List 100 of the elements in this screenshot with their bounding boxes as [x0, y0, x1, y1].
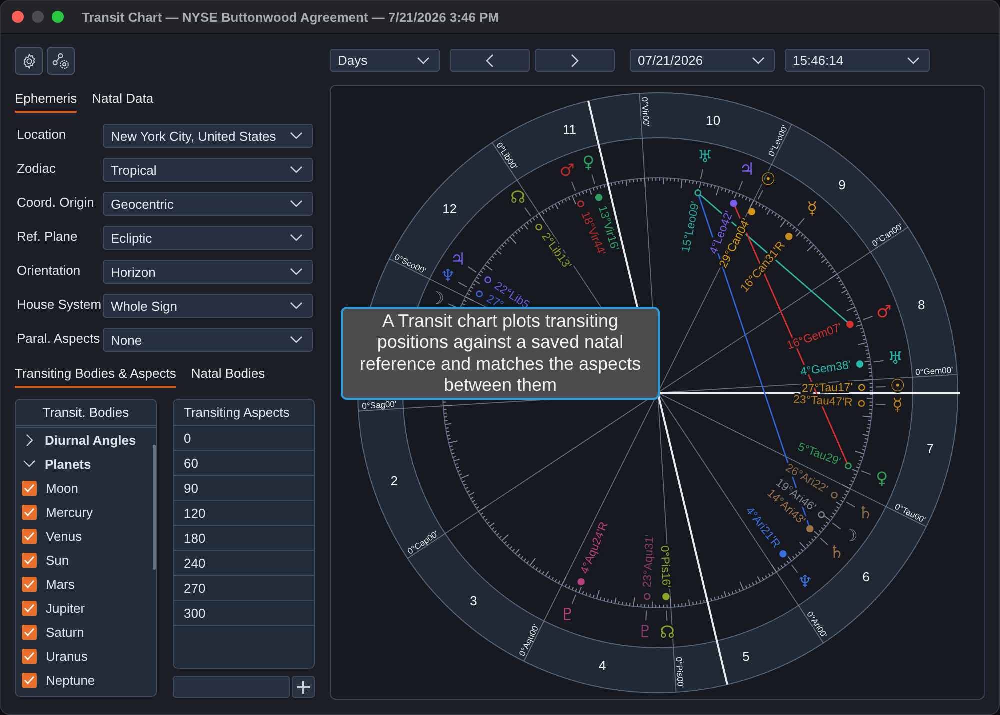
- column-header: Transiting Aspects: [184, 405, 290, 420]
- tree-item-label[interactable]: Mars: [46, 576, 75, 592]
- planet-symbol: ☊: [510, 188, 526, 208]
- position-marker: [845, 462, 852, 470]
- cusp-label: 0°Sag00': [362, 399, 397, 412]
- house-number: 4: [598, 658, 606, 673]
- tree-group-label[interactable]: Diurnal Angles: [45, 432, 136, 448]
- tree-item-label[interactable]: Saturn: [46, 624, 84, 640]
- checkbox[interactable]: [22, 672, 37, 688]
- house-number: 12: [442, 201, 458, 216]
- aspect-row[interactable]: 120: [174, 501, 314, 526]
- chevron-down-icon: [290, 200, 303, 208]
- house-number: 2: [390, 474, 398, 489]
- tree-group-label[interactable]: Planets: [45, 456, 92, 472]
- chevron-down-icon: [290, 132, 303, 140]
- planet-symbol: ♄: [829, 543, 845, 563]
- dropdown[interactable]: Horizon: [103, 260, 313, 284]
- checkbox[interactable]: [22, 624, 37, 640]
- time-picker[interactable]: 15:46:14: [785, 49, 930, 72]
- position-marker: [644, 593, 651, 600]
- checkbox[interactable]: [22, 528, 37, 544]
- tree-item-label[interactable]: Sun: [46, 552, 70, 568]
- dropdown[interactable]: Whole Sign: [103, 294, 313, 318]
- checkbox[interactable]: [22, 648, 37, 664]
- position-marker: [858, 384, 866, 392]
- checkbox[interactable]: [22, 600, 37, 616]
- tree-item-label[interactable]: Venus: [46, 528, 82, 544]
- house-number: 9: [838, 177, 846, 192]
- position-marker: [780, 550, 787, 558]
- planet-symbol: ♅: [888, 349, 904, 370]
- chevron-down-icon: [290, 166, 303, 174]
- tree-item-label[interactable]: Uranus: [46, 648, 88, 664]
- settings-button[interactable]: [15, 47, 43, 75]
- field-label: Orientation: [16, 262, 82, 278]
- position-marker: [536, 224, 542, 231]
- planet-symbol: ☽: [429, 289, 445, 310]
- input-field[interactable]: [173, 676, 290, 698]
- dropdown[interactable]: Tropical: [103, 158, 313, 182]
- aspect-row[interactable]: 90: [174, 476, 314, 501]
- position-marker: [578, 578, 585, 586]
- dropdown[interactable]: New York City, United States: [103, 124, 313, 148]
- house-number: 11: [563, 122, 577, 137]
- chevron-down-icon[interactable]: [23, 460, 36, 468]
- planet-symbol: ☉: [760, 170, 776, 190]
- planet-symbol: ♅: [698, 148, 713, 168]
- tree-item-label[interactable]: Neptune: [46, 672, 96, 688]
- add-button[interactable]: [292, 676, 315, 698]
- tab[interactable]: Transiting Bodies & Aspects: [15, 365, 176, 388]
- house-number: 3: [470, 594, 478, 609]
- gear-icon: [20, 52, 38, 70]
- checkbox[interactable]: [22, 576, 37, 592]
- planet-symbol: ♀: [582, 153, 595, 174]
- checkbox[interactable]: [22, 504, 37, 520]
- planet-symbol: ☿: [892, 396, 903, 416]
- chevron-down-icon: [290, 336, 303, 344]
- tab[interactable]: Natal Data: [92, 90, 154, 113]
- position-label: 4°Gem38': [800, 360, 852, 379]
- position-marker: [818, 511, 826, 518]
- graph-settings-button[interactable]: [47, 47, 75, 75]
- house-number: 10: [706, 113, 721, 128]
- planet-symbol: ☿: [807, 199, 818, 220]
- position-label: 23°Tau47'R: [793, 394, 854, 410]
- tree-item-label[interactable]: Mercury: [46, 504, 93, 520]
- tab[interactable]: Ephemeris: [15, 90, 78, 113]
- chevron-down-icon: [752, 56, 765, 64]
- zoom-button[interactable]: [52, 11, 64, 23]
- aspect-row[interactable]: 0: [174, 426, 314, 451]
- dropdown[interactable]: Days: [330, 49, 440, 72]
- field-label: Ref. Plane: [16, 228, 79, 244]
- dropdown[interactable]: Geocentric: [103, 192, 313, 216]
- tooltip: A Transit chart plots transiting positions against a saved natal reference and matches the aspects between them: [341, 307, 660, 400]
- tab[interactable]: Natal Bodies: [191, 365, 266, 388]
- nodes-gear-icon: [52, 52, 70, 70]
- planet-symbol: ♂: [560, 160, 575, 181]
- cusp-label: 0°Gem00': [915, 364, 954, 378]
- scrollbar[interactable]: [153, 445, 156, 570]
- date-picker[interactable]: 07/21/2026: [630, 49, 775, 72]
- planet-symbol: ☽: [842, 526, 858, 546]
- close-button[interactable]: [12, 11, 24, 23]
- tree-item-label[interactable]: Jupiter: [46, 600, 86, 616]
- field-label: Coord. Origin: [16, 194, 96, 210]
- tree-item-label[interactable]: Moon: [46, 480, 79, 496]
- aspect-row[interactable]: 60: [174, 451, 314, 476]
- checkbox[interactable]: [22, 552, 37, 568]
- chevron-right-icon: [571, 54, 579, 68]
- house-number: 6: [862, 570, 870, 585]
- house-number: 8: [918, 297, 926, 312]
- position-label: 0°Pis16': [658, 546, 672, 588]
- position-marker: [662, 593, 670, 600]
- aspect-row[interactable]: 240: [174, 551, 314, 576]
- position-marker: [577, 200, 584, 208]
- aspect-row[interactable]: 180: [174, 526, 314, 551]
- aspect-row[interactable]: 300: [174, 601, 314, 626]
- column-header: Transit. Bodies: [42, 405, 130, 420]
- dropdown[interactable]: Ecliptic: [103, 226, 313, 250]
- checkbox[interactable]: [22, 480, 37, 496]
- window-title: Transit Chart — NYSE Buttonwood Agreement — 7/21/2026 3:46 PM: [82, 10, 500, 24]
- aspect-row[interactable]: 270: [174, 576, 314, 601]
- dropdown[interactable]: None: [103, 328, 313, 352]
- house-number: 7: [926, 440, 934, 456]
